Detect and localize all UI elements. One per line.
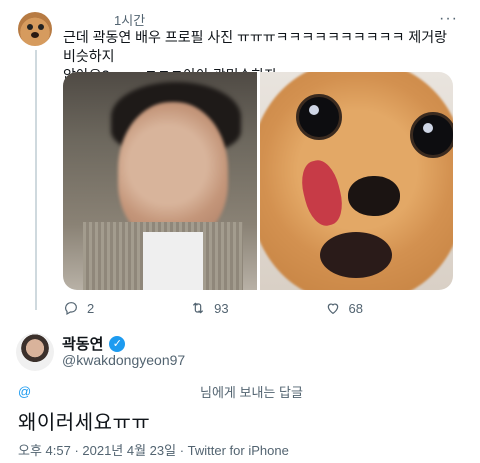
- replying-to: @ 님에게 보내는 답글: [18, 382, 303, 401]
- reply-display-name: 곽동연: [62, 336, 104, 353]
- reply-count: 2: [87, 300, 95, 316]
- avatar-eye-right: [38, 24, 44, 30]
- reply-icon: [65, 302, 77, 316]
- thread-line: [35, 50, 37, 310]
- dog-nose: [348, 176, 400, 216]
- photo-collar: [143, 232, 203, 290]
- like-icon: [327, 303, 338, 315]
- more-icon[interactable]: ···: [439, 10, 458, 28]
- like-count: 68: [348, 300, 363, 316]
- retweet-icon: [193, 302, 204, 314]
- photo-face: [118, 102, 228, 242]
- replying-mention[interactable]: @: [18, 384, 31, 399]
- tweet-meta: 1시간: [63, 10, 145, 29]
- like-action[interactable]: 68: [325, 300, 363, 316]
- reply-handle[interactable]: @kwakdongyeon97: [62, 352, 185, 368]
- media-photo-person[interactable]: [63, 72, 257, 290]
- tweet-avatar[interactable]: [18, 12, 52, 46]
- verified-icon: ✓: [109, 335, 126, 352]
- dog-mouth: [320, 232, 392, 278]
- tweet-media[interactable]: [63, 72, 453, 290]
- reply-footer: 오후 4:57 · 2021년 4월 23일 · Twitter for iPh…: [18, 443, 289, 458]
- replying-label: 님에게 보내는 답글: [200, 385, 303, 400]
- reply-action[interactable]: 2: [63, 300, 94, 316]
- media-photo-dog[interactable]: [260, 72, 453, 290]
- avatar-nose: [31, 32, 39, 38]
- dog-eye-left: [296, 94, 342, 140]
- dog-eye-right: [410, 112, 453, 158]
- tweet-time[interactable]: 1시간: [114, 10, 145, 29]
- retweet-count: 93: [214, 300, 229, 316]
- tweet-text-line1: 근데 곽동연 배우 프로필 사진 ㅠㅠㅠㅋㅋㅋㅋㅋㅋㅋㅋㅋㅋ 제거랑 비슷하지: [63, 29, 447, 64]
- reply-text: 왜이러세요ㅠㅠ: [18, 412, 151, 434]
- avatar-eye-left: [27, 24, 33, 30]
- reply-avatar[interactable]: [16, 333, 54, 371]
- retweet-action[interactable]: 93: [190, 300, 229, 316]
- tweet-actions: 2 93 68: [63, 300, 363, 316]
- reply-author[interactable]: 곽동연 ✓: [62, 333, 126, 354]
